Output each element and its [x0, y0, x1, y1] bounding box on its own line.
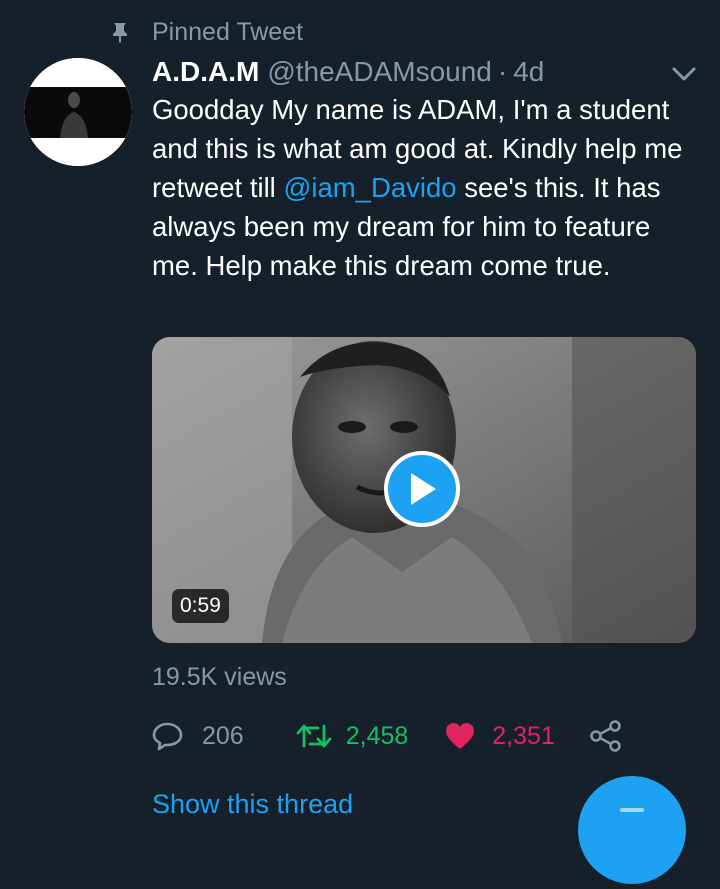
reply-icon: [152, 722, 183, 751]
user-handle[interactable]: @theADAMsound: [267, 56, 492, 88]
video-thumbnail[interactable]: 0:59: [152, 337, 696, 643]
tweet-text: Goodday My name is ADAM, I'm a student a…: [152, 90, 697, 285]
like-button[interactable]: 2,351: [444, 721, 555, 751]
show-thread-link[interactable]: Show this thread: [152, 789, 353, 820]
tweet-header: A.D.A.M @theADAMsound · 4d: [152, 52, 544, 92]
view-count: 19.5K views: [152, 663, 287, 691]
reply-button[interactable]: 206: [152, 721, 244, 751]
retweet-button[interactable]: 2,458: [296, 721, 409, 751]
play-icon: [411, 473, 436, 505]
mention-link[interactable]: @iam_Davido: [283, 172, 456, 203]
avatar[interactable]: [24, 58, 132, 166]
tweet-timestamp[interactable]: 4d: [513, 56, 544, 88]
chevron-down-icon: [672, 67, 696, 81]
retweet-count: 2,458: [345, 721, 409, 750]
separator-dot: ·: [497, 56, 508, 87]
pinned-tweet-indicator: Pinned Tweet: [108, 14, 303, 50]
share-icon: [590, 720, 621, 752]
tweet-actions: 206 2,458 2,351: [152, 716, 623, 756]
share-button[interactable]: [589, 719, 623, 753]
retweet-icon: [296, 724, 332, 748]
video-duration: 0:59: [172, 589, 229, 623]
play-button[interactable]: [384, 451, 460, 527]
compose-tweet-button[interactable]: [578, 776, 686, 884]
tweet-menu-button[interactable]: [670, 64, 698, 84]
display-name[interactable]: A.D.A.M: [152, 56, 259, 88]
heart-icon: [446, 723, 475, 749]
pin-icon: [108, 20, 132, 44]
reply-count: 206: [202, 721, 244, 750]
pinned-label: Pinned Tweet: [152, 17, 304, 46]
compose-icon: [620, 808, 644, 812]
like-count: 2,351: [492, 721, 555, 750]
